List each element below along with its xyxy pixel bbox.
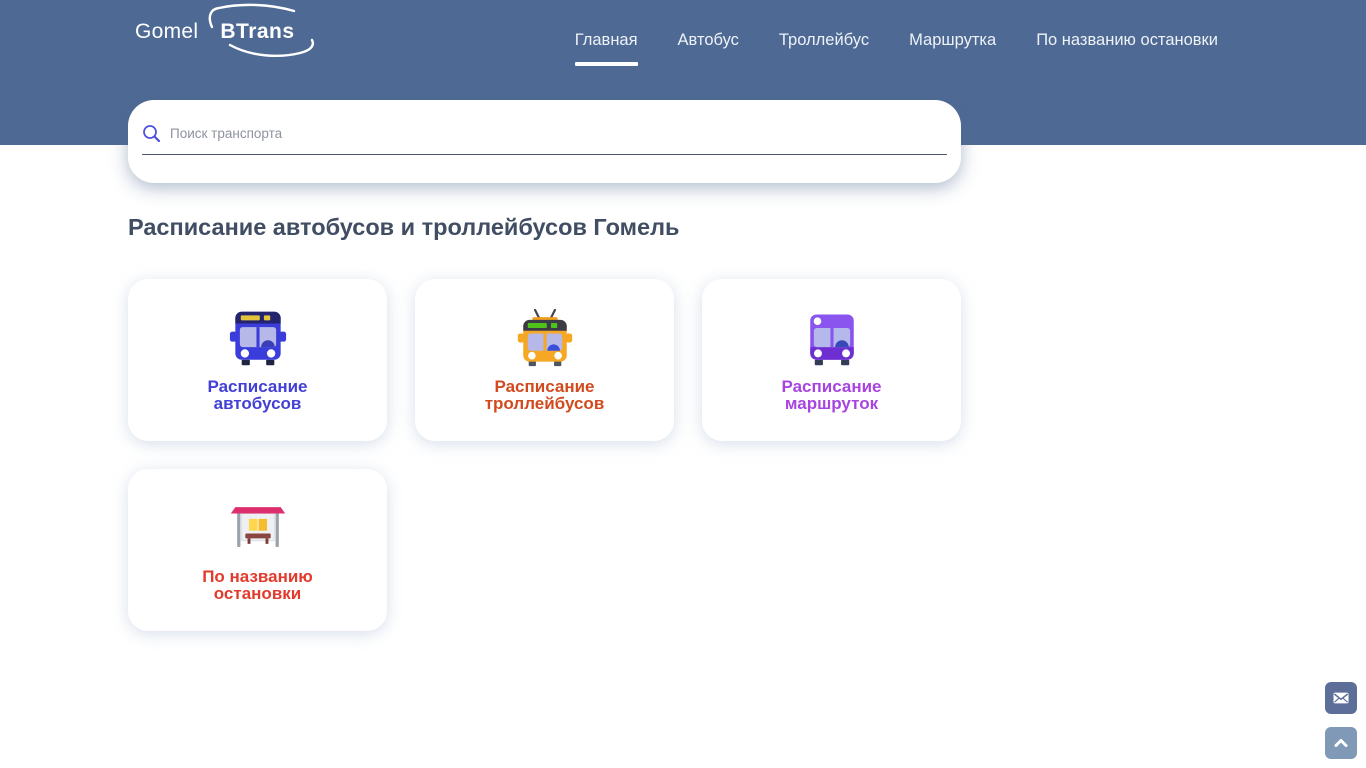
minibus-icon (809, 314, 854, 366)
card-label: По названию остановки (202, 567, 313, 604)
envelope-icon (1333, 692, 1349, 704)
nav-item-by-stop[interactable]: По названию остановки (1036, 31, 1218, 66)
main-content: Расписание автобусов и троллейбусов Гоме… (0, 214, 1366, 631)
trolleybus-icon (517, 309, 572, 367)
bus-icon (229, 311, 286, 366)
bus-stop-icon (230, 507, 285, 548)
card-by-stop-name[interactable]: По названию остановки (128, 469, 387, 631)
email-button[interactable] (1325, 682, 1357, 714)
search-icon (143, 125, 161, 143)
card-label: Расписание автобусов (207, 377, 308, 414)
search-input[interactable] (170, 126, 947, 141)
nav-item-bus[interactable]: Автобус (678, 31, 739, 66)
card-trolleybus-schedule[interactable]: Расписание троллейбусов (415, 279, 674, 441)
chevron-up-icon (1334, 739, 1348, 747)
card-label: Расписание троллейбусов (484, 377, 605, 414)
scroll-to-top-button[interactable] (1325, 727, 1357, 759)
cards-grid: Расписание автобусов Расписание троллейб… (128, 279, 961, 631)
logo[interactable]: Gomel BTrans (135, 3, 315, 58)
main-nav: Главная Автобус Троллейбус Маршрутка По … (575, 31, 1218, 66)
nav-item-home[interactable]: Главная (575, 31, 638, 66)
nav-item-trolleybus[interactable]: Троллейбус (779, 31, 869, 66)
logo-swoosh-top-icon (209, 3, 296, 29)
nav-item-marshrutka[interactable]: Маршрутка (909, 31, 996, 66)
card-label: Расписание маршруток (781, 377, 882, 414)
logo-swoosh-bottom-icon (229, 38, 315, 58)
card-minibus-schedule[interactable]: Расписание маршруток (702, 279, 961, 441)
page-title: Расписание автобусов и троллейбусов Гоме… (128, 214, 680, 240)
card-bus-schedule[interactable]: Расписание автобусов (128, 279, 387, 441)
search-card (128, 100, 961, 183)
logo-prefix: Gomel (135, 20, 199, 43)
